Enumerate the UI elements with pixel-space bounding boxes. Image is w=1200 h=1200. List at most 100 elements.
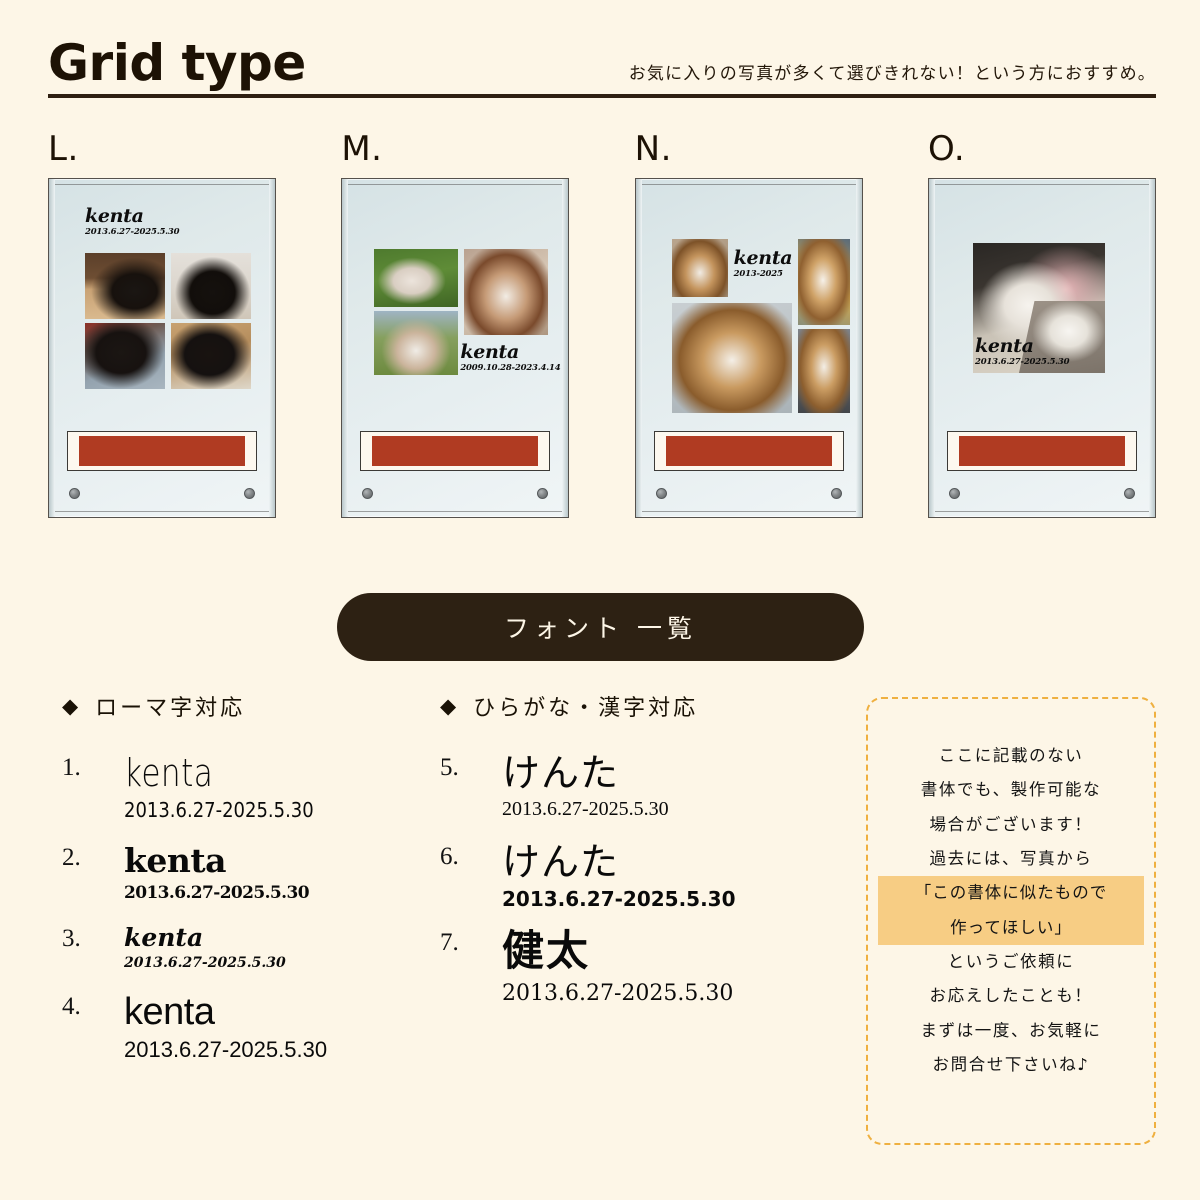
note-line: お問合せ下さいね♪ (932, 1054, 1090, 1074)
screw-icon (948, 488, 960, 499)
screw-icon (537, 488, 549, 499)
engraved-name-m: kenta (460, 341, 519, 363)
engraved-name-o: kenta (974, 335, 1034, 357)
font-sample-number: 6. (440, 842, 459, 870)
frame-bevel-left (635, 179, 642, 517)
stand-base-bar-n (665, 436, 832, 466)
font-sample-6[interactable]: 6. けんた 2013.6.27-2025.5.30 (440, 839, 830, 911)
font-sample-number: 7. (440, 928, 459, 956)
print-artwork-m: kenta 2009.10.28-2023.4.14 (356, 201, 561, 419)
font-sample-3[interactable]: 3. kenta 2013.6.27-2025.5.30 (62, 922, 442, 971)
panel-letter-n: N. (634, 129, 672, 169)
engraved-name-n: kenta (733, 247, 793, 269)
screw-icon (830, 488, 842, 499)
font-sample-name: kenta (124, 840, 226, 880)
photo-tile (374, 311, 459, 375)
acrylic-frame-n: kenta 2013-2025 (634, 178, 863, 518)
note-highlight-line: 作ってほしい」 (878, 910, 1144, 945)
panel-item-m[interactable]: M. kenta 2009.10.28-2023.4.14 (341, 129, 570, 542)
panel-item-l[interactable]: L. kenta 2013.6.27-2025.5.30 (48, 132, 276, 542)
kanji-heading-label: ひらがな・漢字対応 (473, 696, 699, 721)
font-sample-5[interactable]: 5. けんた 2013.6.27-2025.5.30 (440, 751, 830, 821)
font-sample-name: kenta (124, 990, 215, 1033)
font-sample-number: 5. (440, 754, 459, 781)
photo-tile (85, 253, 165, 319)
font-sample-name: kenta (124, 751, 214, 795)
stand-base-bar-m (372, 436, 539, 466)
font-sample-7[interactable]: 7. 健太 2013.6.27-2025.5.30 (440, 925, 830, 1006)
font-sample-number: 3. (62, 924, 81, 952)
font-sample-1[interactable]: 1. kenta 2013.6.27-2025.5.30 (62, 751, 442, 822)
engraved-date-o: 2013.6.27-2025.5.30 (974, 357, 1070, 367)
stand-base-bar-o (958, 436, 1125, 466)
frame-bevel-right (269, 179, 275, 517)
panel-letter-l: L. (48, 129, 79, 169)
romaji-column: ◆ ローマ字対応 1. kenta 2013.6.27-2025.5.30 2.… (62, 690, 442, 1063)
page-title: Grid type (48, 34, 306, 92)
photo-tile (374, 249, 459, 307)
acrylic-frame-o: kenta 2013.6.27-2025.5.30 (927, 178, 1156, 518)
font-sample-number: 1. (62, 754, 81, 781)
engraved-name-l: kenta (85, 205, 144, 227)
photo-tile (464, 249, 549, 335)
note-line: まずは一度、お気軽に (920, 1020, 1102, 1040)
note-line: 場合がございます！ (929, 814, 1093, 834)
note-line: お応えしたことも！ (929, 986, 1093, 1006)
photo-tile (797, 329, 850, 413)
frame-bevel-left (49, 179, 55, 517)
photo-tile (797, 239, 850, 325)
font-sample-date: 2013.6.27-2025.5.30 (124, 954, 286, 971)
panel-letter-o: O. (927, 129, 966, 169)
page-header: Grid type お気に入りの写真が多くて選びきれない！という方におすすめ。 (48, 28, 1156, 98)
font-sample-number: 4. (62, 992, 81, 1020)
frame-bevel-right (1148, 179, 1155, 517)
photo-tile (671, 239, 728, 297)
note-line: 書体でも、製作可能な (920, 780, 1102, 800)
font-sample-name: けんた (502, 751, 620, 795)
font-sample-4[interactable]: 4. kenta 2013.6.27-2025.5.30 (62, 990, 442, 1063)
font-sample-name: 健太 (502, 925, 591, 975)
engraved-date-m: 2009.10.28-2023.4.14 (460, 363, 561, 373)
kanji-column: ◆ ひらがな・漢字対応 5. けんた 2013.6.27-2025.5.30 6… (440, 690, 830, 1006)
diamond-icon: ◆ (440, 693, 460, 718)
note-line: というご依頼に (947, 951, 1075, 971)
font-sample-date: 2013.6.27-2025.5.30 (124, 882, 310, 903)
diamond-icon: ◆ (62, 693, 82, 718)
photo-tile (85, 323, 165, 389)
screw-icon (362, 488, 374, 499)
photo-tile (671, 303, 792, 413)
header-tagline: お気に入りの写真が多くて選びきれない！という方におすすめ。 (628, 64, 1156, 84)
frame-bevel-left (342, 179, 349, 517)
stand-base-bar-l (79, 436, 245, 466)
kanji-heading: ◆ ひらがな・漢字対応 (440, 690, 830, 722)
font-list-button-label: フォント 一覧 (504, 614, 697, 643)
acrylic-frame-l: kenta 2013.6.27-2025.5.30 (48, 178, 276, 518)
font-list-button[interactable]: フォント 一覧 (337, 593, 864, 661)
panel-item-n[interactable]: N. kenta 2013-2025 (634, 129, 863, 542)
romaji-heading: ◆ ローマ字対応 (62, 690, 442, 722)
kanji-sample-list: 5. けんた 2013.6.27-2025.5.30 6. けんた 2013.6… (440, 751, 830, 1006)
screw-icon (244, 488, 255, 499)
screw-icon (1123, 488, 1135, 499)
font-sample-date: 2013.6.27-2025.5.30 (502, 886, 736, 911)
print-artwork-l: kenta 2013.6.27-2025.5.30 (63, 201, 261, 419)
frame-bevel-right (855, 179, 862, 517)
romaji-sample-list: 1. kenta 2013.6.27-2025.5.30 2. kenta 20… (62, 751, 442, 1063)
photo-tile (171, 323, 251, 389)
screw-icon (69, 488, 80, 499)
font-sample-name: kenta (124, 922, 204, 952)
note-highlight-line: 「この書体に似たもので (878, 876, 1144, 911)
font-sample-date: 2013.6.27-2025.5.30 (124, 1036, 328, 1062)
panel-letter-m: M. (341, 129, 383, 169)
font-sample-date: 2013.6.27-2025.5.30 (502, 980, 734, 1006)
acrylic-frame-m: kenta 2009.10.28-2023.4.14 (341, 178, 570, 518)
custom-font-note-box: ここに記載のない 書体でも、製作可能な 場合がございます！ 過去には、写真から … (866, 697, 1156, 1145)
font-sample-2[interactable]: 2. kenta 2013.6.27-2025.5.30 (62, 840, 442, 903)
engraved-date-n: 2013-2025 (733, 269, 783, 279)
note-line: 過去には、写真から (929, 848, 1093, 868)
romaji-heading-label: ローマ字対応 (95, 696, 246, 721)
font-sample-name: けんた (502, 839, 620, 884)
panel-item-o[interactable]: O. kenta 2013.6.27-2025.5.30 (927, 129, 1156, 542)
screw-icon (655, 488, 667, 499)
font-sample-date: 2013.6.27-2025.5.30 (502, 797, 669, 820)
